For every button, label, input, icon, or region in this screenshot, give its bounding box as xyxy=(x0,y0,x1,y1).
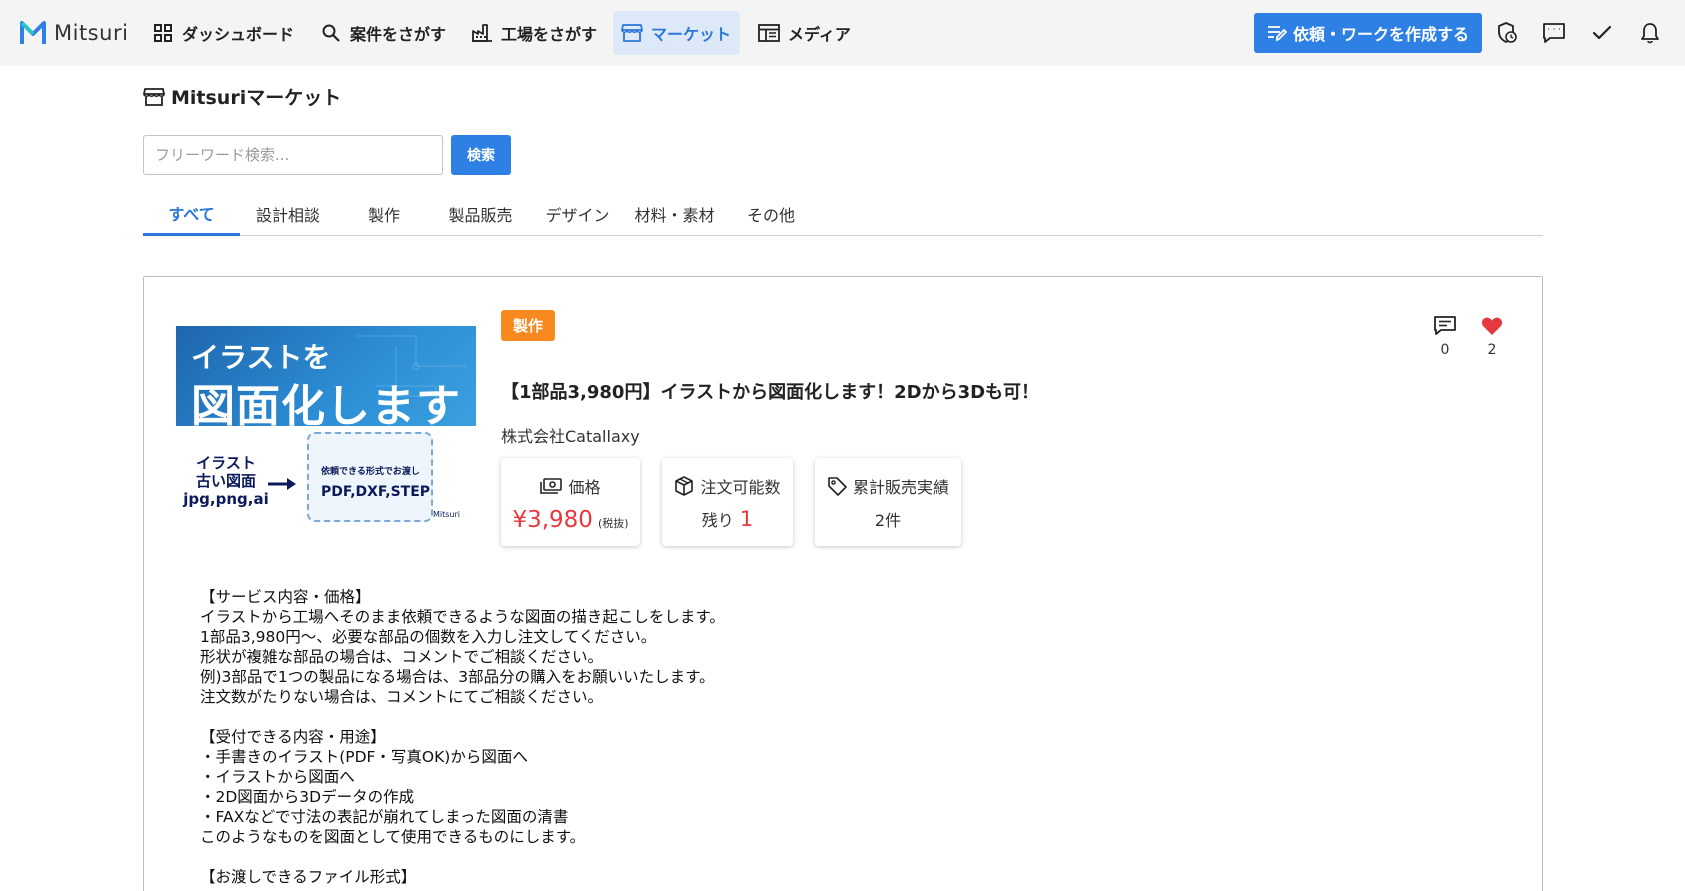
like-reaction[interactable]: 2 xyxy=(1477,316,1507,358)
price-tax-note: (税抜) xyxy=(597,517,629,530)
comment-count: 0 xyxy=(1440,342,1450,358)
desc-line: ・イラストから図面へ xyxy=(200,768,355,786)
top-navigation-bar: Mitsuri ダッシュボード 案件をさがす 工場をさがす マーケット メディア xyxy=(0,0,1685,66)
thumbnail-doc-big: PDF,DXF,STEP xyxy=(321,484,431,500)
nav-dashboard-label: ダッシュボード xyxy=(182,25,295,44)
desc-line: 例)3部品で1つの製品になる場合は、3部品分の購入をお願いいたします。 xyxy=(200,668,715,686)
tag-icon xyxy=(827,476,847,496)
desc-line: 1部品3,980円〜、必要な部品の個数を入力し注文してください。 xyxy=(200,628,657,646)
store-icon xyxy=(621,22,643,44)
stock-value: 1 xyxy=(739,507,754,531)
dashboard-grid-icon xyxy=(152,22,174,44)
stat-price-value-row: ¥3,980 (税抜) xyxy=(501,507,640,533)
sales-value: 2件 xyxy=(874,511,902,530)
desc-line: 【サービス内容・価格】 xyxy=(200,588,371,606)
tab-production[interactable]: 製作 xyxy=(336,192,432,236)
tab-product-sales[interactable]: 製品販売 xyxy=(432,192,529,236)
stat-stock-value-row: 残り 1 xyxy=(662,507,793,531)
stat-price: 価格 ¥3,980 (税抜) xyxy=(501,458,640,546)
search-icon xyxy=(320,22,342,44)
page-title: Mitsuriマーケット xyxy=(143,83,341,110)
tab-materials[interactable]: 材料・素材 xyxy=(626,192,723,236)
category-tabs: すべて 設計相談 製作 製品販売 デザイン 材料・素材 その他 xyxy=(143,192,1543,236)
desc-blank-line xyxy=(200,707,1200,727)
tab-design-consult[interactable]: 設計相談 xyxy=(240,192,336,236)
thumbnail-left-line1: イラスト xyxy=(196,454,256,472)
stat-sales-label: 累計販売実績 xyxy=(852,478,949,497)
desc-line: ・手書きのイラスト(PDF・写真OK)から図面へ xyxy=(200,748,528,766)
listing-title[interactable]: 【1部品3,980円】イラストから図面化します！2Dから3Dも可！ xyxy=(501,378,1039,404)
nav-search-factories[interactable]: 工場をさがす xyxy=(463,11,605,55)
listing-thumbnail[interactable]: イラストを 図面化します イラスト 古い図面 jpg,png,ai 依頼できる形… xyxy=(176,326,476,526)
check-icon[interactable] xyxy=(1589,20,1615,46)
nav-market[interactable]: マーケット xyxy=(613,11,740,55)
search-button[interactable]: 検索 xyxy=(451,135,511,175)
nav-media-label: メディア xyxy=(788,25,851,44)
price-value: ¥3,980 xyxy=(512,507,593,533)
nav-search-projects[interactable]: 案件をさがす xyxy=(312,11,454,55)
thumbnail-doc-small: 依頼できる形式でお渡し xyxy=(321,467,420,477)
arrow-right-icon xyxy=(268,478,296,490)
store-icon xyxy=(143,87,165,107)
nav-dashboard[interactable]: ダッシュボード xyxy=(144,11,302,55)
stat-stock-label: 注文可能数 xyxy=(700,478,781,497)
desc-line: ・FAXなどで寸法の表記が崩れてしまった図面の清書 xyxy=(200,808,569,826)
desc-line: 形状が複雑な部品の場合は、コメントでご相談ください。 xyxy=(200,648,604,666)
edit-list-icon xyxy=(1267,24,1287,42)
comment-icon xyxy=(1434,316,1456,335)
mitsuri-logo-mark-icon xyxy=(20,21,46,44)
desc-line: 【お渡しできるファイル形式】 xyxy=(200,868,417,886)
bell-icon[interactable] xyxy=(1637,20,1663,46)
factory-icon xyxy=(471,22,493,44)
heart-icon xyxy=(1481,317,1503,335)
comment-reaction[interactable]: 0 xyxy=(1430,316,1460,358)
tab-other[interactable]: その他 xyxy=(723,192,819,236)
search-input[interactable] xyxy=(143,135,443,175)
nav-media[interactable]: メディア xyxy=(750,11,859,55)
desc-line: このようなものを図面として使用できるものにします。 xyxy=(200,828,586,846)
stat-price-head: 価格 xyxy=(501,474,640,498)
like-count: 2 xyxy=(1487,342,1497,358)
listing-description: 【サービス内容・価格】 イラストから工場へそのまま依頼できるような図面の描き起こ… xyxy=(200,587,1200,887)
nav-search-projects-label: 案件をさがす xyxy=(350,25,447,44)
seller-name[interactable]: 株式会社Catallaxy xyxy=(501,423,640,447)
stat-sales: 累計販売実績 2件 xyxy=(815,458,961,546)
thumbnail-input-formats: イラスト 古い図面 jpg,png,ai xyxy=(176,454,276,508)
desc-line: 【受付できる内容・用途】 xyxy=(200,728,386,746)
stat-price-label: 価格 xyxy=(568,478,601,497)
create-request-button[interactable]: 依頼・ワークを作成する xyxy=(1254,13,1482,53)
create-request-label: 依頼・ワークを作成する xyxy=(1292,25,1469,44)
thumbnail-line2: 図面化します xyxy=(191,381,461,432)
stat-stock: 注文可能数 残り 1 xyxy=(662,458,793,546)
stat-sales-value-row: 2件 xyxy=(815,507,961,531)
stat-stock-head: 注文可能数 xyxy=(662,474,793,498)
desc-line: イラストから工場へそのまま依頼できるような図面の描き起こしをします。 xyxy=(200,608,725,626)
page-title-text: Mitsuriマーケット xyxy=(171,87,342,109)
stat-sales-head: 累計販売実績 xyxy=(815,474,961,498)
package-icon xyxy=(674,476,694,496)
thumbnail-banner: イラストを 図面化します xyxy=(176,326,476,432)
thumbnail-output-doc: 依頼できる形式でお渡し PDF,DXF,STEP xyxy=(307,432,433,522)
message-icon[interactable] xyxy=(1541,20,1567,46)
money-icon xyxy=(540,477,563,495)
stock-prefix: 残り xyxy=(701,511,734,530)
desc-line: 注文数がたりない場合は、コメントにてご相談ください。 xyxy=(200,688,604,706)
tab-all[interactable]: すべて xyxy=(143,192,240,236)
brand-name: Mitsuri xyxy=(54,21,129,45)
mitsuri-logo[interactable]: Mitsuri xyxy=(20,19,128,47)
nav-market-label: マーケット xyxy=(651,25,732,44)
desc-line: ・2D図面から3Dデータの作成 xyxy=(200,788,415,806)
shield-clock-icon[interactable] xyxy=(1494,20,1520,46)
tab-design[interactable]: デザイン xyxy=(529,192,626,236)
nav-search-factories-label: 工場をさがす xyxy=(501,25,598,44)
thumbnail-left-line2: 古い図面 xyxy=(195,472,256,490)
newspaper-icon xyxy=(758,22,780,44)
thumbnail-left-line3: jpg,png,ai xyxy=(183,490,269,508)
market-listing-card[interactable]: イラストを 図面化します イラスト 古い図面 jpg,png,ai 依頼できる形… xyxy=(143,276,1543,891)
thumbnail-brand: Mitsuri xyxy=(433,510,461,519)
category-badge: 製作 xyxy=(501,310,556,341)
desc-blank-line xyxy=(200,847,1200,867)
